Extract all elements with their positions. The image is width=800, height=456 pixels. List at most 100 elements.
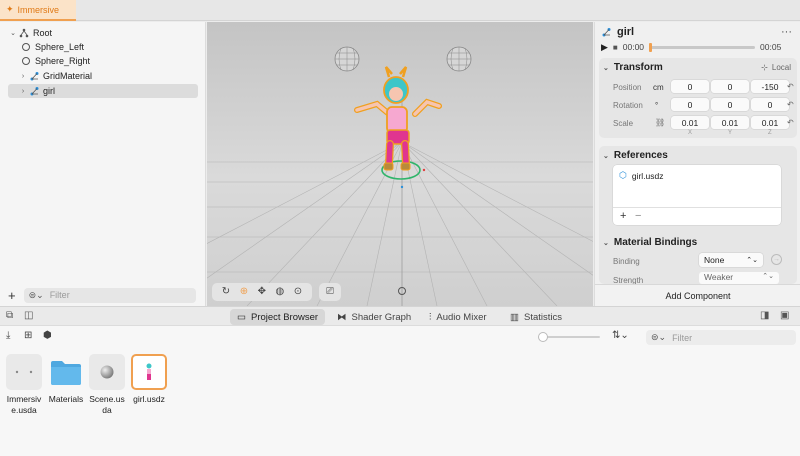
transform-header[interactable]: ⌄ Transform	[603, 62, 663, 73]
windows-icon[interactable]: ⧉	[6, 310, 13, 321]
references-header[interactable]: ⌄ References	[603, 150, 668, 161]
tab-label: Audio Mixer	[436, 311, 487, 323]
sort-icon[interactable]: ⇅⌄	[612, 330, 629, 341]
rotation-y-field[interactable]: 0	[711, 98, 749, 111]
sphere-left[interactable]	[334, 46, 360, 72]
asset-immersive-usda[interactable]: Immersive.usda	[4, 354, 44, 416]
translate-icon[interactable]: ✥	[258, 287, 266, 297]
rotation-x-field[interactable]: 0	[671, 98, 709, 111]
position-y-field[interactable]: 0	[711, 80, 749, 93]
sphere-right[interactable]	[446, 46, 472, 72]
hierarchy-footer: + ⊜⌄ Filter	[0, 284, 206, 306]
scale-z-field[interactable]: 0.01	[751, 116, 789, 129]
project-filter-placeholder: Filter	[672, 332, 693, 343]
link-scale-icon[interactable]: ⛓	[655, 118, 665, 127]
model-icon	[28, 71, 40, 81]
playback-scrubber[interactable]	[649, 42, 756, 52]
rotate-icon[interactable]: ◍	[276, 287, 285, 297]
transform-title: Transform	[613, 62, 663, 73]
scale-y-field[interactable]: 0.01	[711, 116, 749, 129]
binding-go-icon[interactable]: →	[771, 254, 782, 265]
panel-toggle-icon[interactable]: ▣	[780, 310, 789, 321]
tab-project-browser[interactable]: ▭ Project Browser	[230, 309, 326, 325]
import-icon[interactable]: ⤓	[6, 330, 10, 341]
space-toggle[interactable]: ⊹ Local	[761, 63, 791, 72]
audio-mixer-icon: ⫶	[429, 311, 432, 323]
folder-icon	[48, 354, 84, 390]
hierarchy-filter-field[interactable]: ⊜⌄ Filter	[23, 287, 196, 303]
new-folder-icon[interactable]: ⊞	[24, 330, 32, 341]
add-entity-button[interactable]: +	[8, 288, 16, 303]
filter-options-icon[interactable]: ⊜⌄	[29, 290, 44, 301]
filter-options-icon[interactable]: ⊜⌄	[651, 332, 666, 343]
inspector-toggle-icon[interactable]: ◨	[760, 310, 769, 321]
space-label: Local	[771, 63, 791, 72]
girl-model[interactable]	[354, 66, 442, 189]
asset-scene-usda[interactable]: Scene.usda	[87, 354, 127, 416]
reset-rotation-icon[interactable]: ↶	[787, 100, 794, 109]
references-list: ⬡ girl.usdz + −	[613, 165, 781, 225]
position-x-field[interactable]: 0	[671, 80, 709, 93]
disclosure-collapsed-icon[interactable]: ›	[18, 73, 28, 80]
model-icon	[602, 27, 611, 36]
viewport-scene	[207, 46, 593, 306]
tab-audio-mixer[interactable]: ⫶ Audio Mixer	[422, 309, 494, 325]
remove-reference-button[interactable]: −	[635, 210, 641, 222]
document-tab-bar: ✦ Immersive	[0, 0, 800, 21]
orbit-icon[interactable]: ↻	[222, 287, 230, 297]
play-icon[interactable]: ▶	[601, 42, 608, 53]
document-tab[interactable]: ✦ Immersive	[0, 0, 76, 21]
disclosure-expanded-icon[interactable]: ⌄	[8, 29, 18, 37]
camera-view-button[interactable]: ⎚	[319, 283, 341, 301]
reset-position-icon[interactable]: ↶	[787, 82, 794, 91]
tab-statistics[interactable]: ▥ Statistics	[503, 309, 569, 325]
sidebar-toggle-icon[interactable]: ◫	[24, 310, 33, 321]
thumbnail-size-slider[interactable]	[538, 332, 600, 342]
asset-name: Materials	[48, 394, 84, 404]
tree-item-sphere-left[interactable]: Sphere_Left	[20, 40, 210, 54]
position-z-field[interactable]: -150	[751, 80, 789, 93]
add-content-icon[interactable]: ⬢	[43, 330, 52, 341]
slider-knob[interactable]	[538, 332, 548, 342]
binding-select[interactable]: None ⌃⌄	[699, 253, 763, 267]
scene-hierarchy-panel: ⌄ Root Sphere_Left Sphere_Right › GridMa…	[0, 22, 206, 306]
tree-item-label: Root	[33, 28, 53, 38]
reference-item[interactable]: ⬡ girl.usdz	[619, 170, 664, 181]
viewport-3d[interactable]: ↻ ⊕ ✥ ◍ ⊙ ⎚	[207, 22, 593, 306]
tree-item-girl[interactable]: › girl	[8, 84, 198, 98]
asset-girl-usdz[interactable]: girl.usdz	[129, 354, 169, 405]
add-component-button[interactable]: Add Component	[595, 284, 800, 306]
tree-item-sphere-right[interactable]: Sphere_Right	[20, 54, 210, 68]
document-tab-label: Immersive	[17, 4, 60, 15]
entity-icon	[18, 28, 30, 38]
project-filter-field[interactable]: ⊜⌄ Filter	[646, 330, 796, 345]
move-target-icon[interactable]: ⊕	[240, 287, 248, 297]
tree-item-gridmaterial[interactable]: › GridMaterial	[18, 69, 198, 83]
inspector-panel: girl ··· ▶ ■ 00:00 00:05 ⌄ Transform ⊹ L…	[594, 22, 800, 306]
sphere-scene-icon	[89, 354, 125, 390]
current-time: 00:00	[622, 42, 645, 52]
reference-item-label: girl.usdz	[631, 170, 664, 181]
zoom-icon[interactable]: ⊙	[294, 287, 302, 297]
disclosure-collapsed-icon[interactable]: ›	[18, 88, 28, 95]
scrubber-knob[interactable]	[649, 42, 653, 52]
scene-icon	[6, 354, 42, 390]
rotation-z-field[interactable]: 0	[751, 98, 789, 111]
tab-shader-graph[interactable]: ⧓ Shader Graph	[330, 309, 418, 325]
playback-controls: ▶ ■ 00:00 00:05	[601, 41, 795, 53]
strength-value: Weaker	[704, 272, 734, 282]
material-bindings-header[interactable]: ⌄ Material Bindings	[603, 237, 697, 248]
tree-item-root[interactable]: ⌄ Root	[8, 26, 198, 40]
more-options-icon[interactable]: ···	[781, 26, 792, 38]
reset-scale-icon[interactable]: ↶	[787, 118, 794, 127]
stop-icon[interactable]: ■	[613, 43, 618, 52]
add-reference-button[interactable]: +	[620, 210, 626, 222]
scale-x-field[interactable]: 0.01	[671, 116, 709, 129]
space-icon: ⊹	[761, 63, 768, 72]
references-title: References	[613, 150, 668, 161]
camera-icon: ⎚	[326, 286, 334, 297]
asset-materials-folder[interactable]: Materials	[46, 354, 86, 405]
strength-select[interactable]: Weaker ⌃⌄	[699, 272, 779, 284]
hierarchy-filter-placeholder: Filter	[49, 290, 70, 300]
tree-item-label: girl	[43, 86, 56, 96]
